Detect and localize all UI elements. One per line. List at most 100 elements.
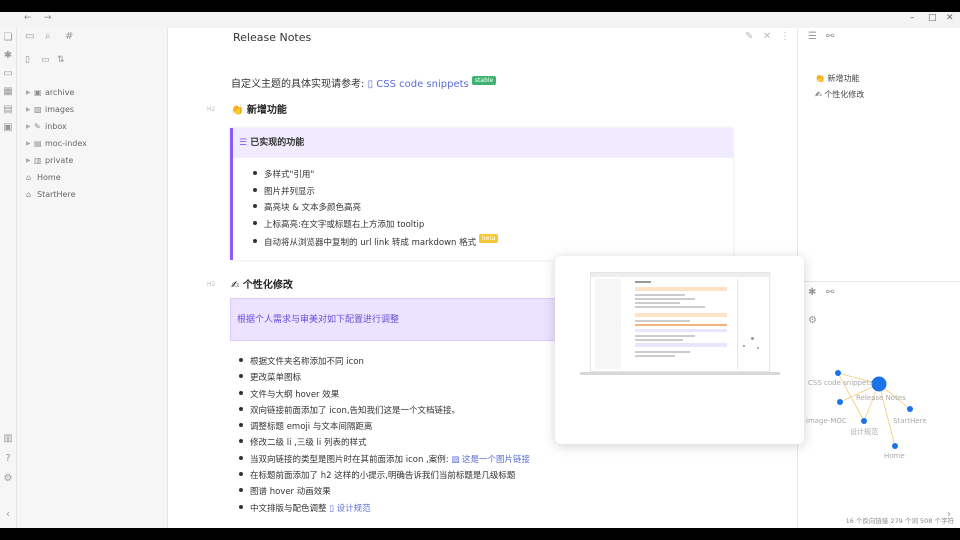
graph-view-icon[interactable]: ✱ <box>2 50 14 62</box>
folder-icon: ▣ <box>34 87 42 97</box>
sort-icon[interactable]: ⇅ <box>57 55 65 65</box>
templates-icon[interactable]: ▤ <box>2 104 14 116</box>
graph-settings-gear-icon[interactable]: ⚙ <box>808 315 817 326</box>
callout-header: ☰ 已实现的功能 <box>233 128 733 158</box>
list-item: 在标题前面添加了 h2 这样的小提示,明确告诉我们当前标题是几级标题 <box>239 469 530 485</box>
list-item: 根据文件夹名称添加不同 icon <box>239 355 530 371</box>
section-heading-customization: ✍ 个性化修改 <box>231 280 293 291</box>
image-link[interactable]: 这是一个图片链接 <box>462 455 530 465</box>
lock-icon: ▥ <box>34 155 42 165</box>
list-item: 调整标题 emoji 与文本间隔距离 <box>239 420 530 436</box>
sidebar-item-label: private <box>45 155 74 165</box>
tags-tab-icon[interactable]: # <box>65 31 73 42</box>
title-bar: ← → – □ ✕ <box>0 12 960 28</box>
list-icon: ☰ <box>239 138 248 148</box>
intro-link[interactable]: CSS code snippets <box>376 79 468 90</box>
design-spec-link[interactable]: 设计规范 <box>337 504 371 514</box>
sidebar-item-home[interactable]: ⌂ Home <box>26 170 61 184</box>
search-tab-icon[interactable]: ⌕ <box>45 31 51 42</box>
list-item: 图片并列显示 <box>253 185 498 202</box>
file-explorer: ▭ ⌕ # ▯ ▭ ⇅ ▶ ▣ archive ▶ ▨ images ▶ ✎ i… <box>17 28 168 528</box>
graph-node-starthere <box>907 406 913 412</box>
outline-item-customization[interactable]: ✍ 个性化修改 <box>815 89 864 100</box>
intro-text: 自定义主题的具体实现请参考: <box>231 79 365 90</box>
list-item: 双向链接前面添加了 icon,告知我们这是一个文档链接。 <box>239 404 530 420</box>
edit-pencil-icon[interactable]: ✎ <box>745 31 753 42</box>
doc-link-icon: ▯ <box>329 503 334 514</box>
customization-list: 根据文件夹名称添加不同 icon 更改菜单图标 文件与大纲 hover 效果 双… <box>239 355 530 518</box>
help-icon[interactable]: ? <box>2 453 14 465</box>
vault-icon[interactable]: ▥ <box>2 433 14 445</box>
home-icon: ⌂ <box>26 189 32 199</box>
archive-icon[interactable]: ▣ <box>2 122 14 134</box>
list-item: 中文排版与配色调整 ▯ 设计规范 <box>239 502 530 518</box>
sidebar-item-label: StartHere <box>37 189 76 199</box>
random-note-icon[interactable]: ▭ <box>2 68 14 80</box>
sidebar-item-images[interactable]: ▶ ▨ images <box>26 102 74 116</box>
list-item: 多样式"引用" <box>253 168 498 185</box>
graph-node-css-snippets <box>835 370 841 376</box>
forward-arrow-icon[interactable]: → <box>44 13 52 23</box>
list-item: 当双向链接的类型是图片时在其前面添加 icon ,案例: ▨ 这是一个图片链接 <box>239 453 530 469</box>
hover-preview-popover[interactable] <box>555 256 804 444</box>
new-folder-icon[interactable]: ▭ <box>41 55 50 65</box>
page-title[interactable]: Release Notes <box>233 31 311 44</box>
graph-node-home <box>892 443 898 449</box>
right-sidebar: ☰ ⚯ 👏 新增功能 ✍ 个性化修改 ✱ ⚯ ⚙ CSS code snippe… <box>797 28 960 528</box>
sidebar-item-label: archive <box>45 87 75 97</box>
doc-link-icon: ▯ <box>367 79 374 90</box>
chevron-right-icon: ▶ <box>26 156 31 164</box>
beta-badge: beta <box>478 234 499 243</box>
home-icon: ⌂ <box>26 172 32 182</box>
outline-item-new-features[interactable]: 👏 新增功能 <box>815 73 860 84</box>
maximize-icon[interactable]: □ <box>928 13 937 23</box>
features-list: 多样式"引用" 图片并列显示 高亮块 & 文本多颜色高亮 上标高亮:在文字或标题… <box>253 168 499 251</box>
sidebar-item-archive[interactable]: ▶ ▣ archive <box>26 85 74 99</box>
chevron-right-icon: ▶ <box>26 88 31 96</box>
list-item: 高亮块 & 文本多颜色高亮 <box>253 201 498 218</box>
graph-label: StartHere <box>893 417 927 425</box>
status-bar: 16 个反向链接 279 个词 508 个字符 <box>845 517 954 525</box>
list-item: 自动将从浏览器中复制的 url link 转成 markdown 格式 beta <box>253 234 499 251</box>
close-pane-icon[interactable]: ✕ <box>763 31 771 42</box>
index-icon: ▤ <box>34 138 42 148</box>
sidebar-item-moc-index[interactable]: ▶ ▤ moc-index <box>26 136 87 150</box>
chevron-right-icon: ▶ <box>26 105 31 113</box>
stable-badge: stable <box>471 76 497 85</box>
local-graph-tab-icon[interactable]: ⚯ <box>826 287 834 298</box>
files-tab-icon[interactable]: ▭ <box>25 31 34 42</box>
open-quick-switcher-icon[interactable]: ❏ <box>2 32 14 44</box>
ribbon: ❏ ✱ ▭ ▦ ▤ ▣ ▥ ? ⚙ ‹ <box>0 28 17 528</box>
list-item: 文件与大纲 hover 效果 <box>239 388 530 404</box>
graph-node-release-notes <box>871 376 887 392</box>
chevron-right-icon: ▶ <box>26 122 31 130</box>
sidebar-item-label: moc-index <box>45 138 87 148</box>
list-item: 图谱 hover 动画效果 <box>239 485 530 501</box>
slides-icon[interactable]: ▦ <box>2 86 14 98</box>
backlinks-tab-icon[interactable]: ⚯ <box>826 31 834 42</box>
settings-gear-icon[interactable]: ⚙ <box>2 473 14 485</box>
outline-tab-icon[interactable]: ☰ <box>808 31 817 42</box>
graph-node-image-moc <box>837 399 843 405</box>
graph-node-design-spec <box>861 418 867 424</box>
sidebar-item-inbox[interactable]: ▶ ✎ inbox <box>26 119 67 133</box>
new-note-icon[interactable]: ▯ <box>25 55 30 65</box>
local-graph[interactable] <box>798 358 960 468</box>
back-arrow-icon[interactable]: ← <box>24 13 32 23</box>
graph-label: Release Notes <box>856 394 906 402</box>
minimize-icon[interactable]: – <box>910 13 915 23</box>
graph-label: CSS code snippets <box>808 379 873 387</box>
callout-features: ☰ 已实现的功能 多样式"引用" 图片并列显示 高亮块 & 文本多颜色高亮 上标… <box>230 128 733 260</box>
sidebar-item-starthere[interactable]: ⌂ StartHere <box>26 187 76 201</box>
sidebar-tabs: ▭ ⌕ # <box>17 28 168 48</box>
collapse-left-icon[interactable]: ‹ <box>2 509 14 521</box>
sidebar-item-private[interactable]: ▶ ▥ private <box>26 153 73 167</box>
graph-label: 设计规范 <box>850 428 878 436</box>
heading-level-hint: H2 <box>207 281 216 288</box>
close-icon[interactable]: ✕ <box>946 13 954 23</box>
callout-title: 已实现的功能 <box>250 138 305 148</box>
more-options-icon[interactable]: ⋮ <box>780 31 790 42</box>
graph-label: Home <box>884 452 905 460</box>
list-item: 修改二级 li ,三级 li 列表的样式 <box>239 436 530 452</box>
graph-tab-icon[interactable]: ✱ <box>808 287 816 298</box>
